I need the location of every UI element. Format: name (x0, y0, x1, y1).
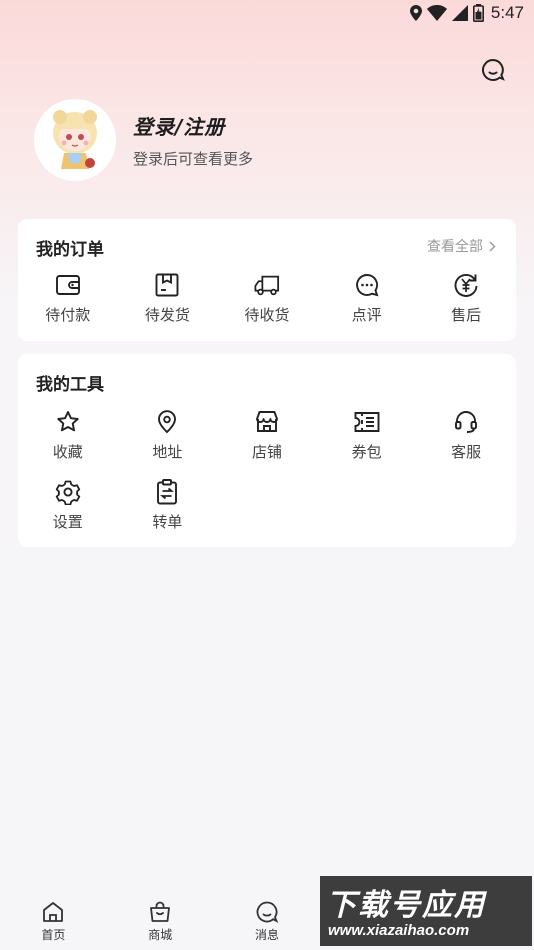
transfer-icon (157, 479, 178, 505)
wallet-icon (55, 275, 80, 295)
status-time: 5:47 (490, 3, 524, 22)
message-icon (482, 58, 505, 81)
tool-label: 店铺 (251, 443, 282, 461)
orders-grid: 待付款 待发货 待收货 点评 售后 (18, 272, 516, 325)
tools-card: 我的工具 收藏 地址 店铺 券包 客服 设置 转单 (18, 354, 516, 547)
profile-header[interactable]: 登录/注册 登录后可查看更多 (34, 99, 253, 181)
login-subtitle: 登录后可查看更多 (133, 150, 254, 168)
tool-label: 转单 (152, 513, 183, 531)
orders-card: 我的订单 查看全部 待付款 待发货 待收货 点评 售后 (18, 219, 516, 341)
tool-customer-service[interactable]: 客服 (416, 409, 516, 462)
tools-title: 我的工具 (36, 375, 104, 395)
star-icon (57, 411, 79, 432)
home-icon (43, 902, 64, 922)
order-pending-shipment[interactable]: 待发货 (118, 272, 218, 325)
profile-text: 登录/注册 登录后可查看更多 (133, 111, 253, 169)
store-icon (256, 411, 278, 432)
view-all-orders-link[interactable]: 查看全部 (427, 236, 496, 256)
tool-label: 客服 (451, 443, 482, 461)
status-bar: 5:47 (0, 0, 534, 28)
yen-refund-icon (454, 273, 478, 297)
package-icon (155, 273, 179, 297)
tool-address[interactable]: 地址 (118, 409, 218, 462)
truck-icon (254, 275, 280, 296)
order-after-sales[interactable]: 售后 (416, 272, 516, 325)
tool-label: 设置 (52, 513, 83, 531)
order-label: 售后 (451, 306, 482, 324)
tool-settings[interactable]: 设置 (18, 479, 118, 532)
order-pending-payment[interactable]: 待付款 (18, 272, 118, 325)
bag-icon (150, 901, 171, 922)
message-icon (256, 901, 279, 923)
chevron-right-icon (489, 241, 496, 251)
tab-mall[interactable]: 商城 (107, 892, 214, 950)
gear-icon (55, 480, 80, 505)
avatar[interactable] (34, 99, 116, 181)
order-label: 待收货 (244, 306, 290, 324)
coupon-icon (354, 412, 380, 432)
tool-transfer-order[interactable]: 转单 (118, 479, 218, 532)
watermark-url: www.xiazaihao.com (328, 922, 470, 939)
comment-icon (355, 274, 379, 297)
tab-home[interactable]: 首页 (0, 892, 107, 950)
signal-icon (451, 5, 468, 21)
tab-label: 商城 (148, 928, 173, 942)
view-all-label: 查看全部 (427, 239, 483, 255)
order-label: 点评 (351, 306, 382, 324)
watermark: 下载号应用 www.xiazaihao.com (320, 876, 532, 946)
battery-icon (472, 4, 484, 22)
status-icons: 5:47 (409, 3, 524, 23)
order-review[interactable]: 点评 (317, 272, 417, 325)
message-button[interactable] (480, 57, 506, 83)
orders-title: 我的订单 (36, 240, 104, 260)
wifi-icon (426, 5, 447, 21)
headset-icon (455, 411, 478, 433)
tab-label: 首页 (41, 928, 66, 942)
avatar-illustration-icon (53, 110, 97, 169)
tool-label: 地址 (152, 443, 183, 461)
tab-messages[interactable]: 消息 (214, 892, 321, 950)
login-register-link[interactable]: 登录/注册 (133, 111, 253, 140)
tool-store[interactable]: 店铺 (217, 409, 317, 462)
tool-label: 收藏 (52, 443, 83, 461)
tool-label: 券包 (351, 443, 382, 461)
tool-coupons[interactable]: 券包 (317, 409, 417, 462)
order-label: 待发货 (144, 306, 190, 324)
location-icon (158, 410, 177, 434)
watermark-logo: 下载号应用 (326, 888, 486, 923)
tools-grid: 收藏 地址 店铺 券包 客服 设置 转单 (18, 409, 516, 532)
tool-favorites[interactable]: 收藏 (18, 409, 118, 462)
order-pending-receipt[interactable]: 待收货 (217, 272, 317, 325)
tab-label: 消息 (254, 928, 279, 942)
location-status-icon (409, 5, 422, 21)
order-label: 待付款 (45, 306, 91, 324)
